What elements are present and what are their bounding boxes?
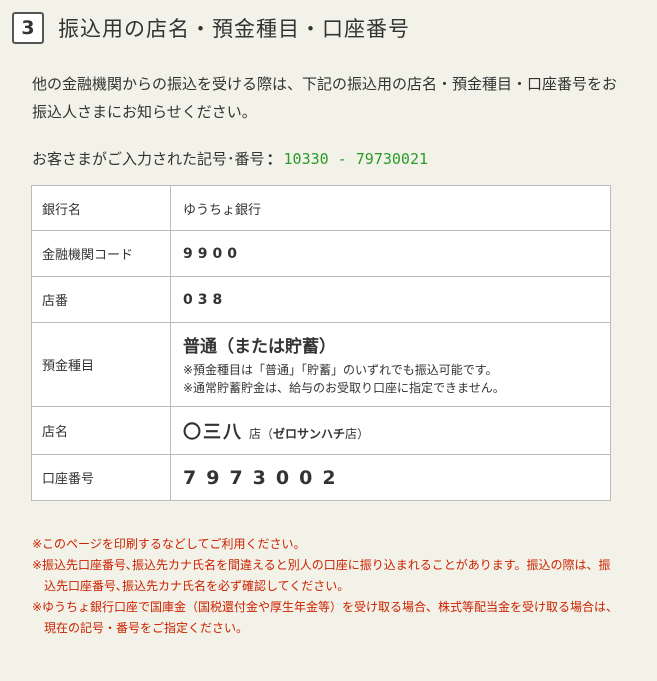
entered-code-colon: ： <box>266 150 282 168</box>
page-title: 振込用の店名・預金種目・口座番号 <box>58 17 410 41</box>
branch-number-label: 店番 <box>31 276 171 323</box>
account-number-label: 口座番号 <box>31 454 171 501</box>
institution-code-cell: 9900 <box>170 230 611 277</box>
branch-name-suffix: 店（ゼロサンハチ店） <box>249 427 369 441</box>
branch-number-value: 038 <box>183 291 228 308</box>
table-row-institution-code: 金融機関コード 9900 <box>31 230 611 277</box>
account-number-value: 7973002 <box>183 466 346 489</box>
transfer-info-table: 銀行名 ゆうちょ銀行 金融機関コード 9900 店番 038 預金種目 普通（ま… <box>31 185 611 501</box>
step-number-badge: 3 <box>12 12 44 44</box>
branch-name-reading: ゼロサンハチ <box>273 426 346 441</box>
deposit-type-cell: 普通（または貯蓄） ※預金種目は「普通」「貯蓄」のいずれでも振込可能です。 ※通… <box>170 322 611 407</box>
bank-label: 銀行名 <box>31 185 171 231</box>
branch-name-cell: 〇三八 店（ゼロサンハチ店） <box>170 406 611 455</box>
branch-reading-close: ） <box>357 426 370 441</box>
entered-code-value: 10330 - 79730021 <box>283 150 429 168</box>
table-row-branch-number: 店番 038 <box>31 276 611 323</box>
note-item: ※ゆうちょ銀行口座で国庫金（国税還付金や厚生年金等）を受け取る場合、株式等配当金… <box>32 600 619 635</box>
branch-name-value: 〇三八 <box>183 421 243 443</box>
branch-number-cell: 038 <box>170 276 611 323</box>
entered-code-label: お客さまがご入力された記号･番号 <box>32 150 265 168</box>
branch-name-label: 店名 <box>31 406 171 455</box>
deposit-type-note-2: ※通常貯蓄貯金は、給与のお受取り口座に指定できません。 <box>183 381 505 395</box>
table-row-bank: 銀行名 ゆうちょ銀行 <box>31 185 611 231</box>
intro-text: 他の金融機関からの振込を受ける際は、下記の振込用の店名・預金種目・口座番号をお振… <box>32 75 618 121</box>
table-row-account-number: 口座番号 7973002 <box>31 454 611 501</box>
deposit-type-label: 預金種目 <box>31 322 171 407</box>
branch-name-suffix-text: 店 <box>249 426 262 441</box>
notes-section: ※このページを印刷するなどしてご利用ください。 ※振込先口座番号､振込先カナ氏名… <box>32 534 622 639</box>
bank-value: ゆうちょ銀行 <box>170 185 611 231</box>
institution-code-value: 9900 <box>183 245 242 262</box>
note-item: ※このページを印刷するなどしてご利用ください。 <box>32 537 306 551</box>
branch-reading-open: （ <box>261 426 274 441</box>
deposit-type-note-1: ※預金種目は「普通」「貯蓄」のいずれでも振込可能です。 <box>183 363 498 377</box>
step-header: 3 振込用の店名・預金種目・口座番号 <box>12 12 410 44</box>
deposit-type-value: 普通（または貯蓄） <box>183 337 336 357</box>
account-number-cell: 7973002 <box>170 454 611 501</box>
branch-reading-suffix: 店 <box>345 426 358 441</box>
entered-code-line: お客さまがご入力された記号･番号： 10330 - 79730021 <box>32 148 428 169</box>
note-item: ※振込先口座番号､振込先カナ氏名を間違えると別人の口座に振り込まれることがありま… <box>32 558 611 593</box>
table-row-deposit-type: 預金種目 普通（または貯蓄） ※預金種目は「普通」「貯蓄」のいずれでも振込可能で… <box>31 322 611 407</box>
table-row-branch-name: 店名 〇三八 店（ゼロサンハチ店） <box>31 406 611 455</box>
institution-code-label: 金融機関コード <box>31 230 171 277</box>
